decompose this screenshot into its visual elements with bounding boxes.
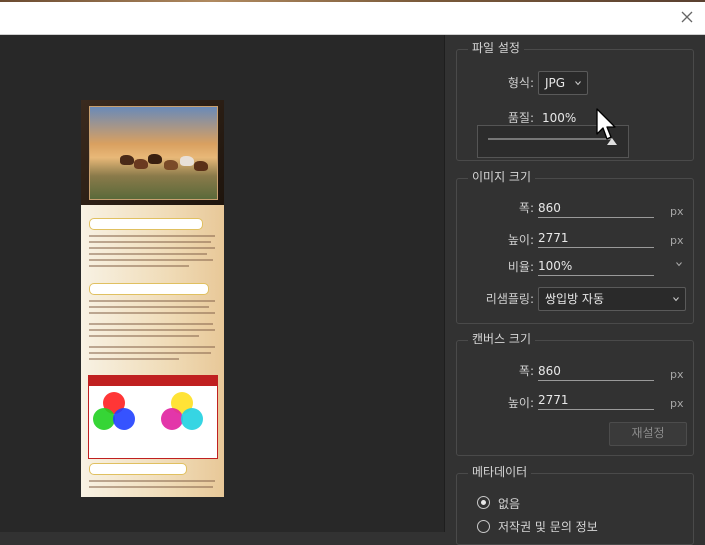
dialog-title-bar	[0, 0, 705, 35]
metadata-title: 메타데이터	[468, 465, 532, 479]
text-line	[89, 259, 213, 261]
text-line	[89, 323, 213, 325]
preview-image	[81, 100, 224, 497]
text-line	[89, 358, 179, 360]
image-width-input[interactable]: 860	[538, 201, 654, 218]
resample-value: 쌍입방 자동	[545, 292, 605, 306]
text-line	[89, 486, 213, 488]
image-width-unit: px	[670, 205, 684, 218]
canvas-height-input[interactable]: 2771	[538, 393, 654, 410]
close-icon	[681, 11, 693, 23]
format-select[interactable]: JPG	[538, 71, 588, 95]
chevron-down-icon	[575, 81, 581, 86]
metadata-copyright-radio[interactable]	[477, 520, 490, 533]
text-line	[89, 346, 215, 348]
ratio-label: 비율:	[507, 260, 534, 274]
canvas-width-unit: px	[670, 368, 684, 381]
metadata-none-radio[interactable]	[477, 496, 490, 509]
text-line	[89, 265, 189, 267]
horse-shape	[120, 155, 134, 165]
ratio-chevron-down-icon[interactable]	[676, 261, 682, 267]
close-button[interactable]	[679, 9, 695, 25]
metadata-group	[456, 473, 694, 545]
magenta-circle	[161, 408, 183, 430]
image-height-input[interactable]: 2771	[538, 231, 654, 248]
format-value: JPG	[545, 76, 566, 90]
format-label: 형식:	[507, 76, 534, 90]
image-height-label: 높이:	[507, 233, 534, 247]
chevron-down-icon	[673, 297, 679, 302]
image-width-label: 폭:	[518, 201, 534, 215]
quality-slider-track[interactable]	[488, 138, 612, 140]
canvas-height-unit: px	[670, 397, 684, 410]
file-settings-title: 파일 설정	[468, 41, 524, 55]
horse-shape	[180, 156, 194, 166]
text-line	[89, 235, 215, 237]
reset-button[interactable]: 재설정	[609, 422, 687, 446]
text-line	[89, 312, 215, 314]
canvas-size-title: 캔버스 크기	[468, 332, 536, 346]
quality-label: 품질:	[507, 111, 534, 125]
ratio-input[interactable]: 100%	[538, 259, 654, 276]
text-line	[89, 335, 199, 337]
horse-painting	[89, 106, 218, 200]
metadata-none-label: 없음	[498, 497, 521, 511]
background-image-strip	[0, 0, 705, 2]
text-line	[89, 253, 207, 255]
text-line	[89, 329, 215, 331]
mouse-pointer-icon	[596, 108, 616, 140]
green-circle	[93, 408, 115, 430]
text-line	[89, 306, 209, 308]
document-body	[81, 205, 224, 497]
blue-circle	[113, 408, 135, 430]
horse-shape	[194, 161, 208, 171]
canvas-height-label: 높이:	[507, 396, 534, 410]
painting-frame	[81, 100, 224, 205]
text-line	[89, 241, 211, 243]
horse-shape	[134, 159, 148, 169]
section-heading-pill	[89, 283, 209, 295]
horse-shape	[164, 160, 178, 170]
image-height-unit: px	[670, 234, 684, 247]
rgb-cmyk-diagram-box	[88, 375, 218, 459]
text-line	[89, 300, 215, 302]
text-line	[89, 480, 215, 482]
section-heading-pill	[89, 463, 187, 475]
cyan-circle	[181, 408, 203, 430]
resample-label: 리샘플링:	[485, 292, 534, 306]
canvas-width-label: 폭:	[518, 364, 534, 378]
text-line	[89, 247, 215, 249]
canvas-width-input[interactable]: 860	[538, 364, 654, 381]
section-heading-pill	[89, 218, 203, 230]
resample-select[interactable]: 쌍입방 자동	[538, 287, 686, 311]
text-line	[89, 352, 211, 354]
image-size-title: 이미지 크기	[468, 170, 536, 184]
horse-shape	[148, 154, 162, 164]
diagram-header	[89, 376, 217, 386]
